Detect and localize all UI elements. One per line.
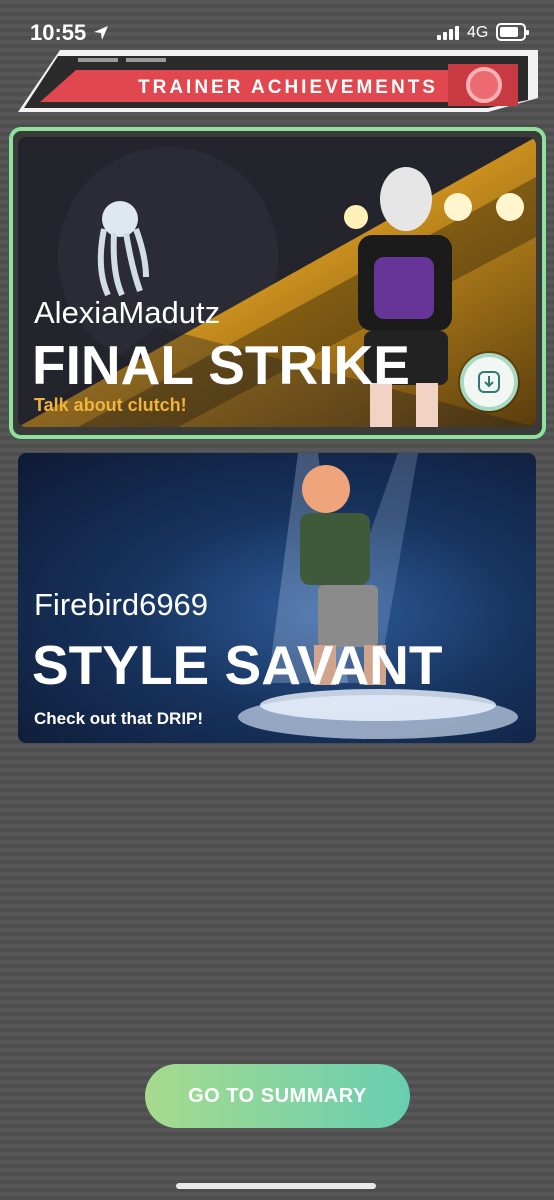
home-indicator: [176, 1183, 376, 1189]
achievement-card-final-strike[interactable]: AlexiaMadutz FINAL STRIKE Talk about clu…: [18, 137, 536, 427]
header-banner: TRAINER ACHIEVEMENTS: [18, 50, 538, 120]
achievement-subtitle: Talk about clutch!: [34, 395, 187, 415]
trainer-name: Firebird6969: [34, 587, 209, 622]
network-type: 4G: [467, 24, 489, 41]
signal-bars-icon: [437, 26, 461, 40]
download-button[interactable]: [460, 353, 518, 411]
achievement-card-style-savant[interactable]: Firebird6969 STYLE SAVANT Check out that…: [18, 453, 536, 743]
achievement-title: FINAL STRIKE: [32, 334, 410, 396]
go-to-summary-button[interactable]: GO TO SUMMARY: [145, 1064, 410, 1128]
achievement-subtitle: Check out that DRIP!: [34, 709, 204, 728]
achievement-title: STYLE SAVANT: [32, 634, 443, 696]
trainer-name: AlexiaMadutz: [34, 295, 221, 330]
download-icon: [478, 371, 500, 393]
location-arrow-icon: [94, 26, 108, 40]
status-time: 10:55: [30, 20, 87, 45]
page-title: TRAINER ACHIEVEMENTS: [138, 77, 438, 98]
battery-icon: [496, 23, 529, 41]
